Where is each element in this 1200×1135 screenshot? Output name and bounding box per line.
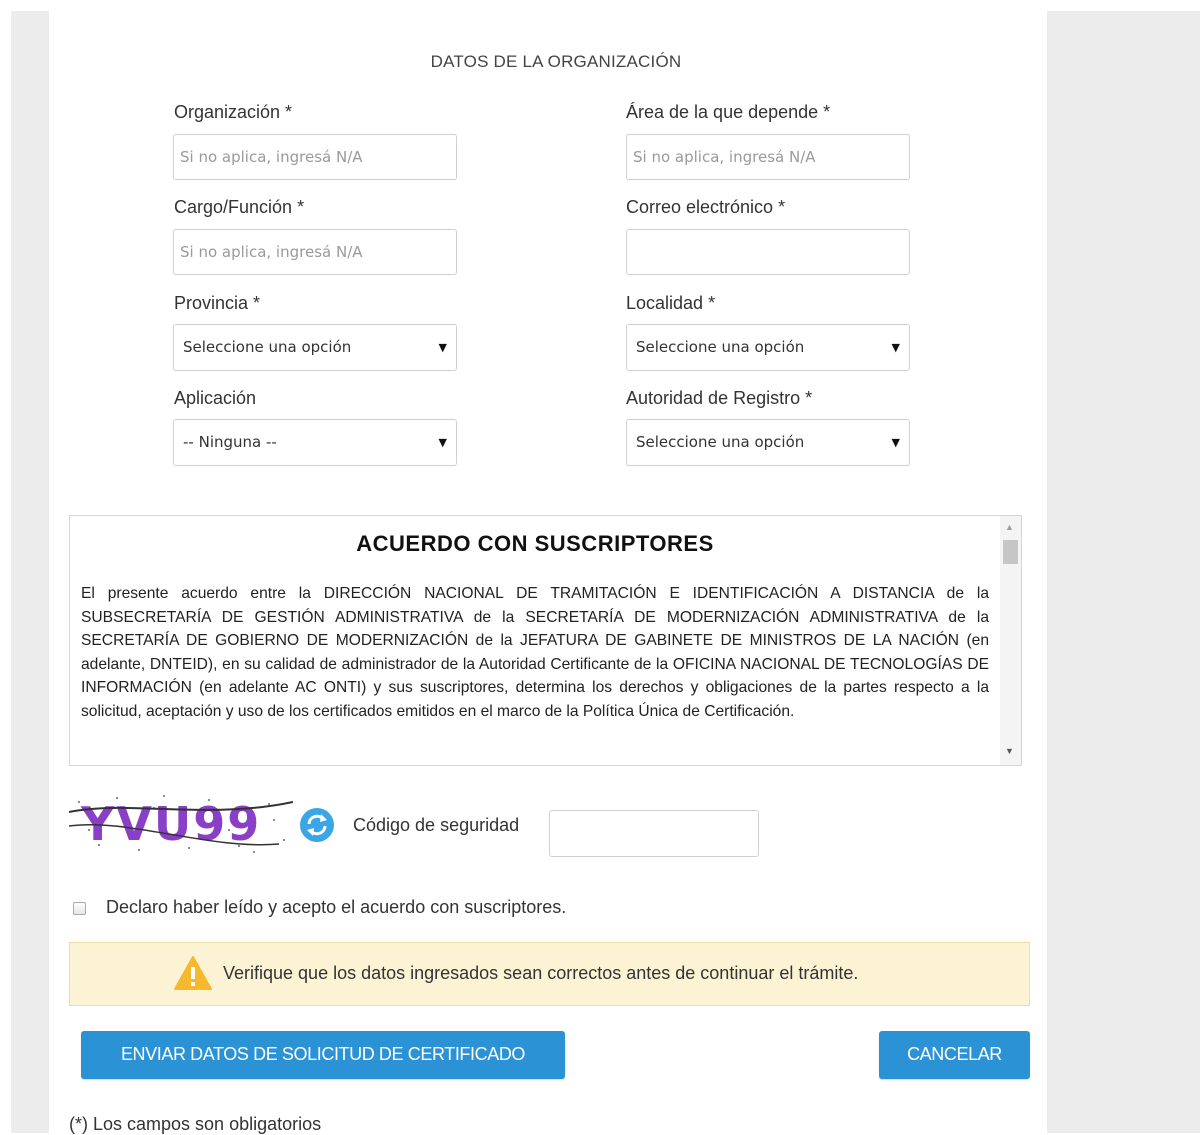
organizacion-input[interactable]	[173, 134, 457, 180]
agreement-box[interactable]: ACUERDO CON SUSCRIPTORES El presente acu…	[69, 515, 1022, 766]
provincia-select[interactable]: Seleccione una opción ▼	[173, 324, 457, 371]
cargo-input[interactable]	[173, 229, 457, 275]
cancel-button[interactable]: CANCELAR	[879, 1031, 1030, 1079]
autoridad-select-value: Seleccione una opción	[636, 433, 805, 451]
submit-button[interactable]: ENVIAR DATOS DE SOLICITUD DE CERTIFICADO	[81, 1031, 565, 1079]
section-title: DATOS DE LA ORGANIZACIÓN	[430, 52, 682, 71]
localidad-select-value: Seleccione una opción	[636, 338, 805, 356]
provincia-select-value: Seleccione una opción	[183, 338, 352, 356]
autoridad-select[interactable]: Seleccione una opción ▼	[626, 419, 910, 466]
warning-alert: Verifique que los datos ingresados sean …	[69, 942, 1030, 1006]
captcha-input[interactable]	[549, 810, 759, 857]
area-input[interactable]	[626, 134, 910, 180]
page-gutter-right	[1047, 11, 1200, 1133]
localidad-label: Localidad *	[626, 293, 716, 313]
correo-label: Correo electrónico *	[626, 197, 786, 217]
chevron-down-icon: ▼	[891, 436, 900, 449]
cargo-label: Cargo/Función *	[174, 197, 305, 217]
scroll-up-icon[interactable]: ▲	[1005, 522, 1014, 532]
scroll-down-icon[interactable]: ▼	[1005, 746, 1014, 756]
localidad-select[interactable]: Seleccione una opción ▼	[626, 324, 910, 371]
required-fields-note: (*) Los campos son obligatorios	[69, 1114, 322, 1134]
warning-text: Verifique que los datos ingresados sean …	[223, 963, 859, 983]
agreement-scrollbar[interactable]: ▲ ▼	[1000, 516, 1021, 765]
autoridad-label: Autoridad de Registro *	[626, 388, 813, 408]
accept-checkbox-label[interactable]: Declaro haber leído y acepto el acuerdo …	[106, 897, 566, 918]
organizacion-label: Organización *	[174, 102, 293, 122]
chevron-down-icon: ▼	[891, 341, 900, 354]
refresh-icon[interactable]	[299, 807, 335, 843]
chevron-down-icon: ▼	[438, 341, 447, 354]
aplicacion-label: Aplicación	[174, 388, 257, 408]
email-field[interactable]	[626, 229, 910, 275]
agreement-text: El presente acuerdo entre la DIRECCIÓN N…	[81, 585, 989, 720]
scroll-thumb[interactable]	[1003, 540, 1018, 564]
aplicacion-select[interactable]: -- Ninguna -- ▼	[173, 419, 457, 466]
aplicacion-select-value: -- Ninguna --	[183, 433, 277, 451]
warning-icon	[174, 956, 212, 990]
chevron-down-icon: ▼	[438, 436, 447, 449]
accept-checkbox[interactable]	[73, 902, 86, 915]
captcha-image: YVU99	[69, 790, 293, 856]
captcha-label: Código de seguridad	[353, 815, 520, 835]
agreement-title: ACUERDO CON SUSCRIPTORES	[356, 531, 714, 556]
provincia-label: Provincia *	[174, 293, 261, 313]
area-label: Área de la que depende *	[626, 102, 831, 122]
page-gutter-left	[11, 11, 49, 1133]
